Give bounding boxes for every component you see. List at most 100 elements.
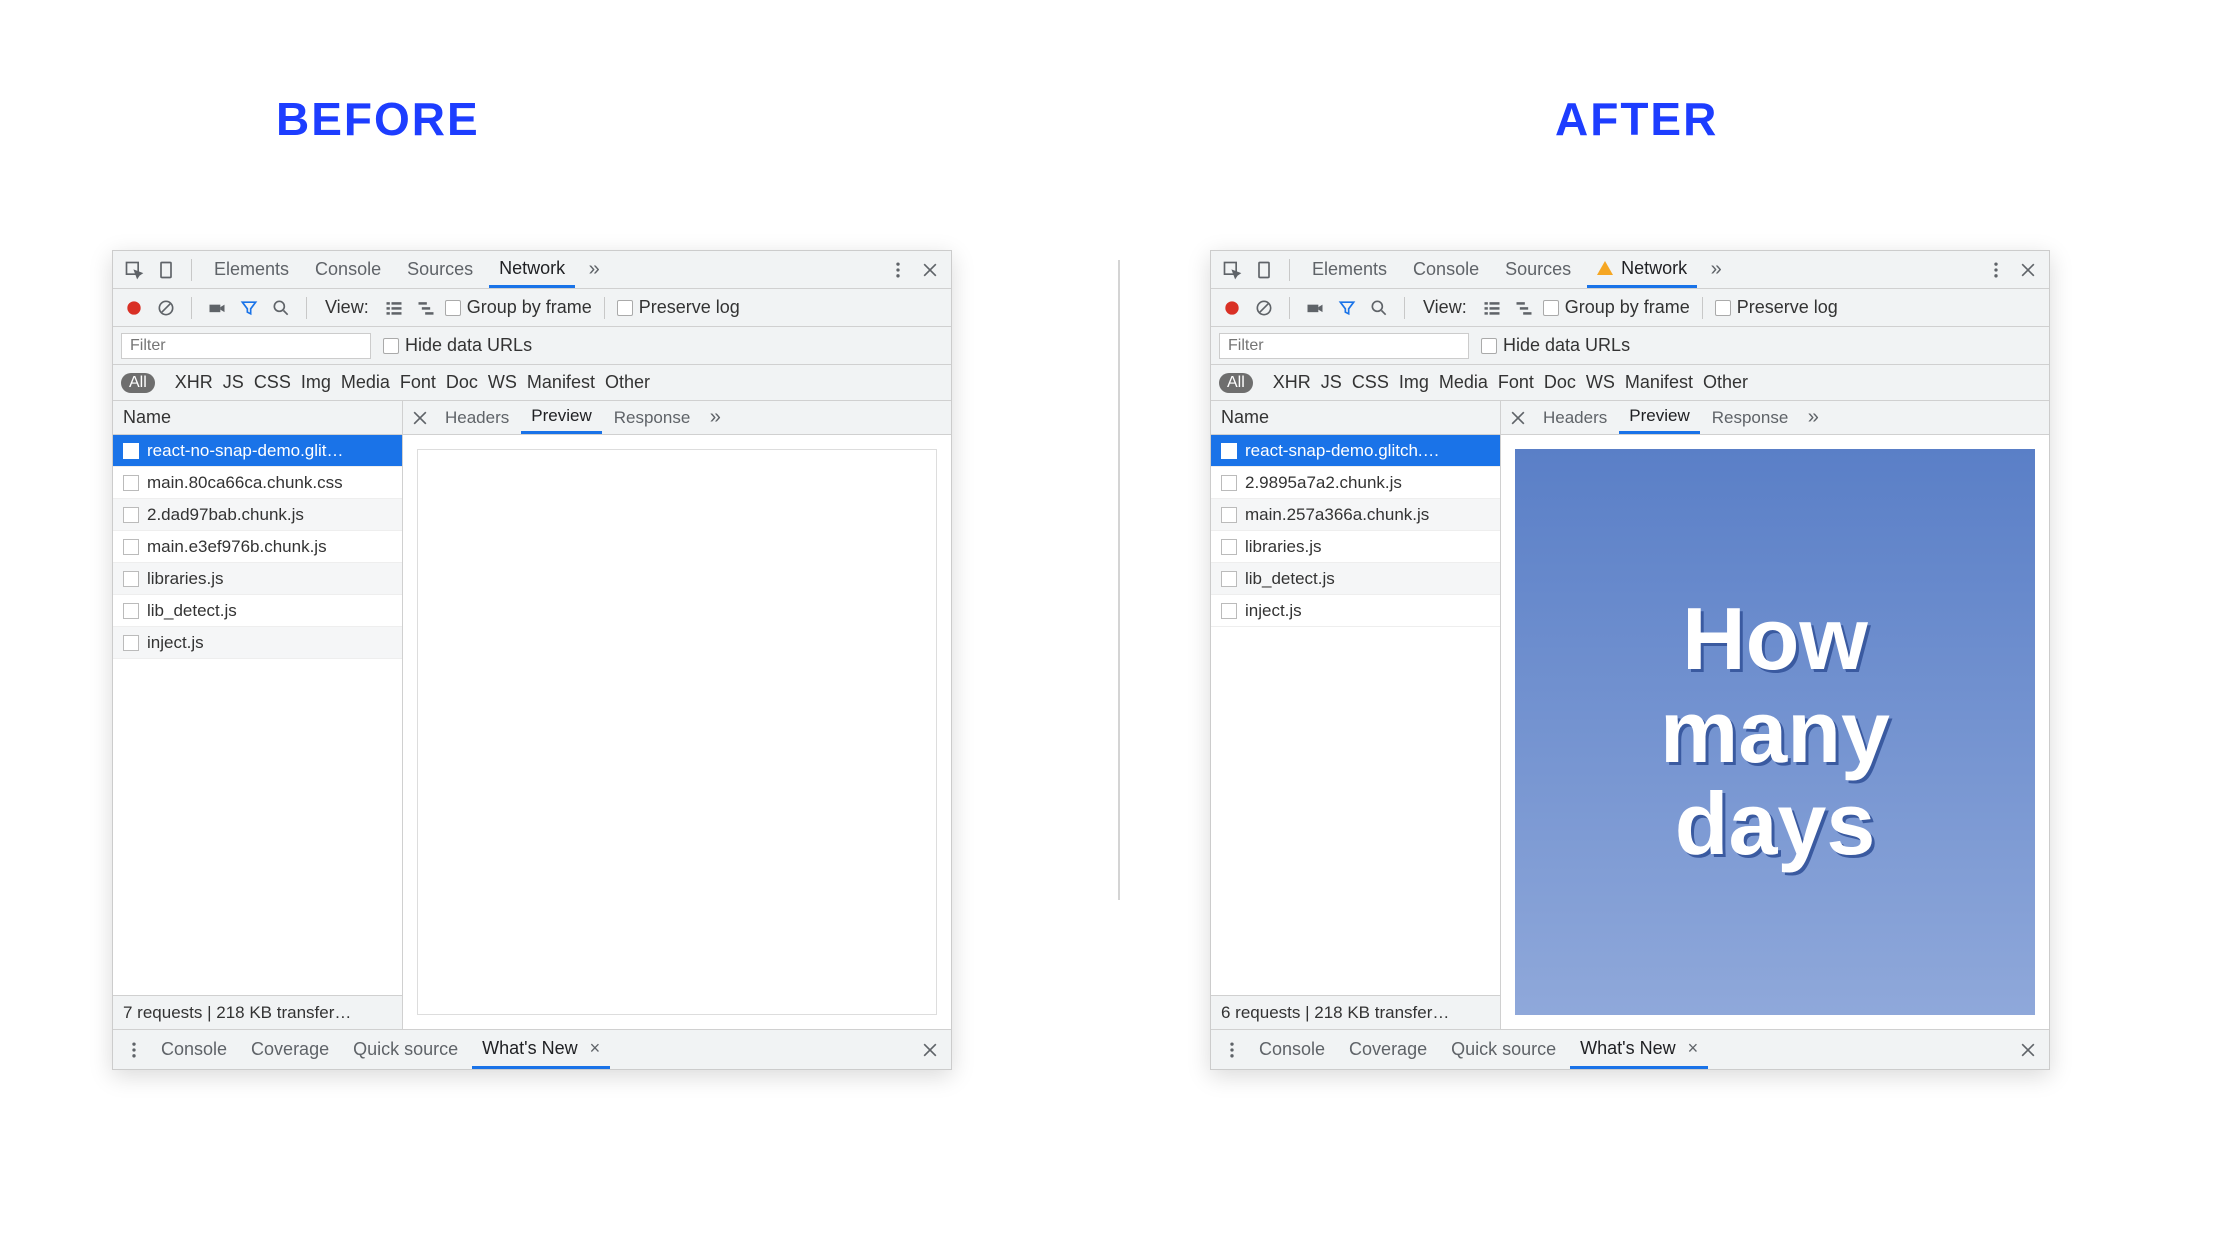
devtools-panel-after: Elements Console Sources Network » View:… <box>1210 250 2050 1070</box>
tab-network[interactable]: Network <box>489 251 575 288</box>
drawer-tab-quick-source[interactable]: Quick source <box>1441 1030 1566 1069</box>
request-row[interactable]: main.257a366a.chunk.js <box>1211 499 1500 531</box>
device-icon[interactable] <box>1251 257 1277 283</box>
close-devtools-icon[interactable] <box>2015 257 2041 283</box>
request-row[interactable]: main.e3ef976b.chunk.js <box>113 531 402 563</box>
type-doc[interactable]: Doc <box>446 372 478 393</box>
detail-tabs-overflow-icon[interactable]: » <box>702 405 728 431</box>
type-doc[interactable]: Doc <box>1544 372 1576 393</box>
name-column-header[interactable]: Name <box>1211 401 1500 435</box>
tab-sources[interactable]: Sources <box>397 251 483 288</box>
drawer-tab-coverage[interactable]: Coverage <box>1339 1030 1437 1069</box>
type-media[interactable]: Media <box>341 372 390 393</box>
drawer-tab-coverage[interactable]: Coverage <box>241 1030 339 1069</box>
hide-data-urls-checkbox[interactable]: Hide data URLs <box>1481 335 1630 356</box>
device-icon[interactable] <box>153 257 179 283</box>
request-row[interactable]: react-no-snap-demo.glit… <box>113 435 402 467</box>
type-all[interactable]: All <box>1219 373 1253 393</box>
request-row[interactable]: main.80ca66ca.chunk.css <box>113 467 402 499</box>
drawer-tab-whats-new[interactable]: What's New× <box>472 1030 610 1069</box>
type-font[interactable]: Font <box>400 372 436 393</box>
request-row[interactable]: inject.js <box>1211 595 1500 627</box>
type-img[interactable]: Img <box>301 372 331 393</box>
tabs-overflow-icon[interactable]: » <box>1703 257 1729 283</box>
type-font[interactable]: Font <box>1498 372 1534 393</box>
detail-tab-headers[interactable]: Headers <box>1533 401 1617 434</box>
record-icon[interactable] <box>121 295 147 321</box>
kebab-menu-icon[interactable] <box>885 257 911 283</box>
preserve-log-checkbox[interactable]: Preserve log <box>617 297 740 318</box>
view-waterfall-icon[interactable] <box>1511 295 1537 321</box>
drawer-tab-console[interactable]: Console <box>1249 1030 1335 1069</box>
name-column-header[interactable]: Name <box>113 401 402 435</box>
detail-tab-headers[interactable]: Headers <box>435 401 519 434</box>
close-detail-icon[interactable] <box>407 405 433 431</box>
request-row[interactable]: libraries.js <box>1211 531 1500 563</box>
close-devtools-icon[interactable] <box>917 257 943 283</box>
detail-tab-preview[interactable]: Preview <box>521 401 601 434</box>
inspect-icon[interactable] <box>1219 257 1245 283</box>
request-row[interactable]: 2.dad97bab.chunk.js <box>113 499 402 531</box>
search-icon[interactable] <box>1366 295 1392 321</box>
type-css[interactable]: CSS <box>1352 372 1389 393</box>
filter-input[interactable] <box>1219 333 1469 359</box>
preserve-log-checkbox[interactable]: Preserve log <box>1715 297 1838 318</box>
detail-tab-response[interactable]: Response <box>1702 401 1799 434</box>
type-img[interactable]: Img <box>1399 372 1429 393</box>
type-media[interactable]: Media <box>1439 372 1488 393</box>
camera-icon[interactable] <box>1302 295 1328 321</box>
kebab-menu-icon[interactable] <box>1983 257 2009 283</box>
drawer-tab-console[interactable]: Console <box>151 1030 237 1069</box>
filter-input[interactable] <box>121 333 371 359</box>
detail-tab-response[interactable]: Response <box>604 401 701 434</box>
clear-icon[interactable] <box>1251 295 1277 321</box>
search-icon[interactable] <box>268 295 294 321</box>
type-ws[interactable]: WS <box>488 372 517 393</box>
hide-data-urls-checkbox[interactable]: Hide data URLs <box>383 335 532 356</box>
clear-icon[interactable] <box>153 295 179 321</box>
tab-console[interactable]: Console <box>1403 251 1489 288</box>
tab-sources[interactable]: Sources <box>1495 251 1581 288</box>
type-ws[interactable]: WS <box>1586 372 1615 393</box>
inspect-icon[interactable] <box>121 257 147 283</box>
type-manifest[interactable]: Manifest <box>1625 372 1693 393</box>
type-js[interactable]: JS <box>223 372 244 393</box>
type-manifest[interactable]: Manifest <box>527 372 595 393</box>
drawer-menu-icon[interactable] <box>121 1037 147 1063</box>
detail-tabs-overflow-icon[interactable]: » <box>1800 405 1826 431</box>
request-row[interactable]: inject.js <box>113 627 402 659</box>
request-row[interactable]: lib_detect.js <box>113 595 402 627</box>
tab-elements[interactable]: Elements <box>204 251 299 288</box>
drawer-close-icon[interactable] <box>917 1037 943 1063</box>
camera-icon[interactable] <box>204 295 230 321</box>
tab-network[interactable]: Network <box>1587 251 1697 288</box>
filter-icon[interactable] <box>236 295 262 321</box>
type-xhr[interactable]: XHR <box>1273 372 1311 393</box>
drawer-tab-whats-new[interactable]: What's New× <box>1570 1030 1708 1069</box>
type-css[interactable]: CSS <box>254 372 291 393</box>
request-row[interactable]: libraries.js <box>113 563 402 595</box>
tabs-overflow-icon[interactable]: » <box>581 257 607 283</box>
drawer-tab-quick-source[interactable]: Quick source <box>343 1030 468 1069</box>
drawer-menu-icon[interactable] <box>1219 1037 1245 1063</box>
type-xhr[interactable]: XHR <box>175 372 213 393</box>
drawer-close-icon[interactable] <box>2015 1037 2041 1063</box>
close-detail-icon[interactable] <box>1505 405 1531 431</box>
type-js[interactable]: JS <box>1321 372 1342 393</box>
view-waterfall-icon[interactable] <box>413 295 439 321</box>
request-row[interactable]: react-snap-demo.glitch.… <box>1211 435 1500 467</box>
type-all[interactable]: All <box>121 373 155 393</box>
request-row[interactable]: lib_detect.js <box>1211 563 1500 595</box>
view-list-icon[interactable] <box>1479 295 1505 321</box>
tab-console[interactable]: Console <box>305 251 391 288</box>
type-other[interactable]: Other <box>1703 372 1748 393</box>
request-row[interactable]: 2.9895a7a2.chunk.js <box>1211 467 1500 499</box>
tab-elements[interactable]: Elements <box>1302 251 1397 288</box>
detail-tab-preview[interactable]: Preview <box>1619 401 1699 434</box>
group-by-frame-checkbox[interactable]: Group by frame <box>445 297 592 318</box>
filter-icon[interactable] <box>1334 295 1360 321</box>
record-icon[interactable] <box>1219 295 1245 321</box>
view-list-icon[interactable] <box>381 295 407 321</box>
type-other[interactable]: Other <box>605 372 650 393</box>
group-by-frame-checkbox[interactable]: Group by frame <box>1543 297 1690 318</box>
